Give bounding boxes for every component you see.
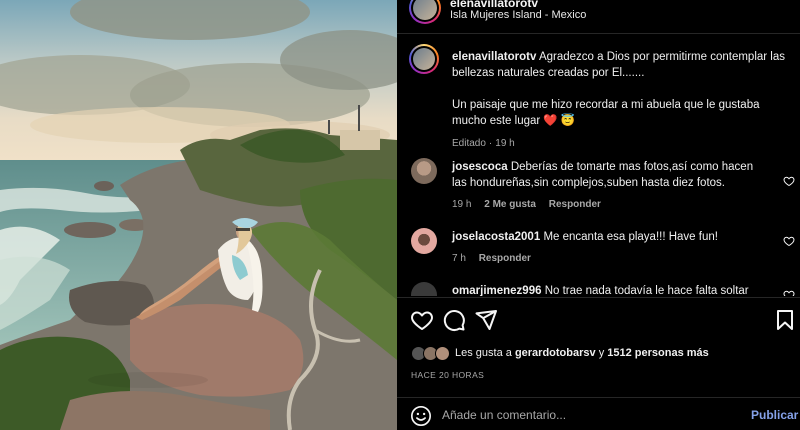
likes-summary: Les gusta a gerardotobarsv y 1512 person… xyxy=(411,343,791,365)
post-timestamp[interactable]: HACE 20 HORAS xyxy=(411,370,484,380)
paper-plane-icon[interactable] xyxy=(474,308,498,332)
comment-text: Me encanta esa playa!!! Have fun! xyxy=(543,231,718,243)
caption-emojis: ❤️ 😇 xyxy=(543,115,576,127)
comment-bubble-icon[interactable] xyxy=(442,308,466,332)
commenter-avatar[interactable] xyxy=(411,158,437,184)
comment-username[interactable]: josescoca xyxy=(452,161,508,173)
liker-avatar xyxy=(435,346,450,361)
post-location[interactable]: Isla Mujeres Island - Mexico xyxy=(450,9,586,21)
post-header: elenavillatorotv Isla Mujeres Island - M… xyxy=(397,0,800,34)
comment-username[interactable]: joselacosta2001 xyxy=(452,231,540,243)
comment-input[interactable] xyxy=(442,404,732,426)
caption-avatar[interactable] xyxy=(409,44,439,74)
comment-body: joselacosta2001 Me encanta esa playa!!! … xyxy=(452,229,762,267)
comment-meta: 19 h 2 Me gusta Responder xyxy=(452,197,762,213)
heart-icon[interactable] xyxy=(783,175,795,187)
liker-avatars xyxy=(411,346,453,362)
comment-age: 7 h xyxy=(452,253,466,264)
comment-body: omarjimenez996 No trae nada todavía le h… xyxy=(452,283,762,296)
post-photo[interactable] xyxy=(0,0,397,430)
comment-body: josescoca Deberías de tomarte mas fotos,… xyxy=(452,159,762,213)
caption-age: 19 h xyxy=(495,138,515,149)
author-avatar[interactable] xyxy=(409,0,441,24)
smiley-icon[interactable] xyxy=(410,405,432,427)
comment-age: 19 h xyxy=(452,199,472,210)
comment-meta: 7 h Responder xyxy=(452,251,762,267)
post-photo-image xyxy=(0,0,397,430)
likes-connector: y xyxy=(598,347,605,359)
likes-text: Les gusta a gerardotobarsv y 1512 person… xyxy=(455,347,709,359)
post-actions xyxy=(397,308,800,334)
header-divider xyxy=(397,33,800,34)
edited-label: Editado xyxy=(452,138,486,149)
comment-divider xyxy=(397,397,800,398)
publish-button[interactable]: Publicar xyxy=(751,408,798,422)
heart-icon[interactable] xyxy=(410,308,434,332)
add-comment-bar: Publicar xyxy=(397,399,800,430)
caption-text-block: elenavillatorotv Agradezco a Dios por pe… xyxy=(452,49,787,152)
heart-icon[interactable] xyxy=(783,235,795,247)
reply-button[interactable]: Responder xyxy=(479,253,531,264)
commenter-avatar[interactable] xyxy=(411,282,437,296)
bookmark-icon[interactable] xyxy=(773,308,797,332)
commenter-avatar[interactable] xyxy=(411,228,437,254)
caption-line-2: Un paisaje que me hizo recordar a mi abu… xyxy=(452,99,760,127)
comment-likes[interactable]: 2 Me gusta xyxy=(484,199,536,210)
post-details-panel: elenavillatorotv Isla Mujeres Island - M… xyxy=(397,0,800,430)
likes-prefix: Les gusta a xyxy=(455,347,512,359)
caption-username[interactable]: elenavillatorotv xyxy=(452,51,536,63)
heart-icon[interactable] xyxy=(783,289,795,296)
comments-list[interactable]: josescoca Deberías de tomarte mas fotos,… xyxy=(397,150,800,296)
likes-count[interactable]: 1512 personas más xyxy=(607,347,709,359)
comment-username[interactable]: omarjimenez996 xyxy=(452,285,542,296)
reply-button[interactable]: Responder xyxy=(549,199,601,210)
actions-divider xyxy=(397,297,800,298)
liker-username[interactable]: gerardotobarsv xyxy=(515,347,596,359)
